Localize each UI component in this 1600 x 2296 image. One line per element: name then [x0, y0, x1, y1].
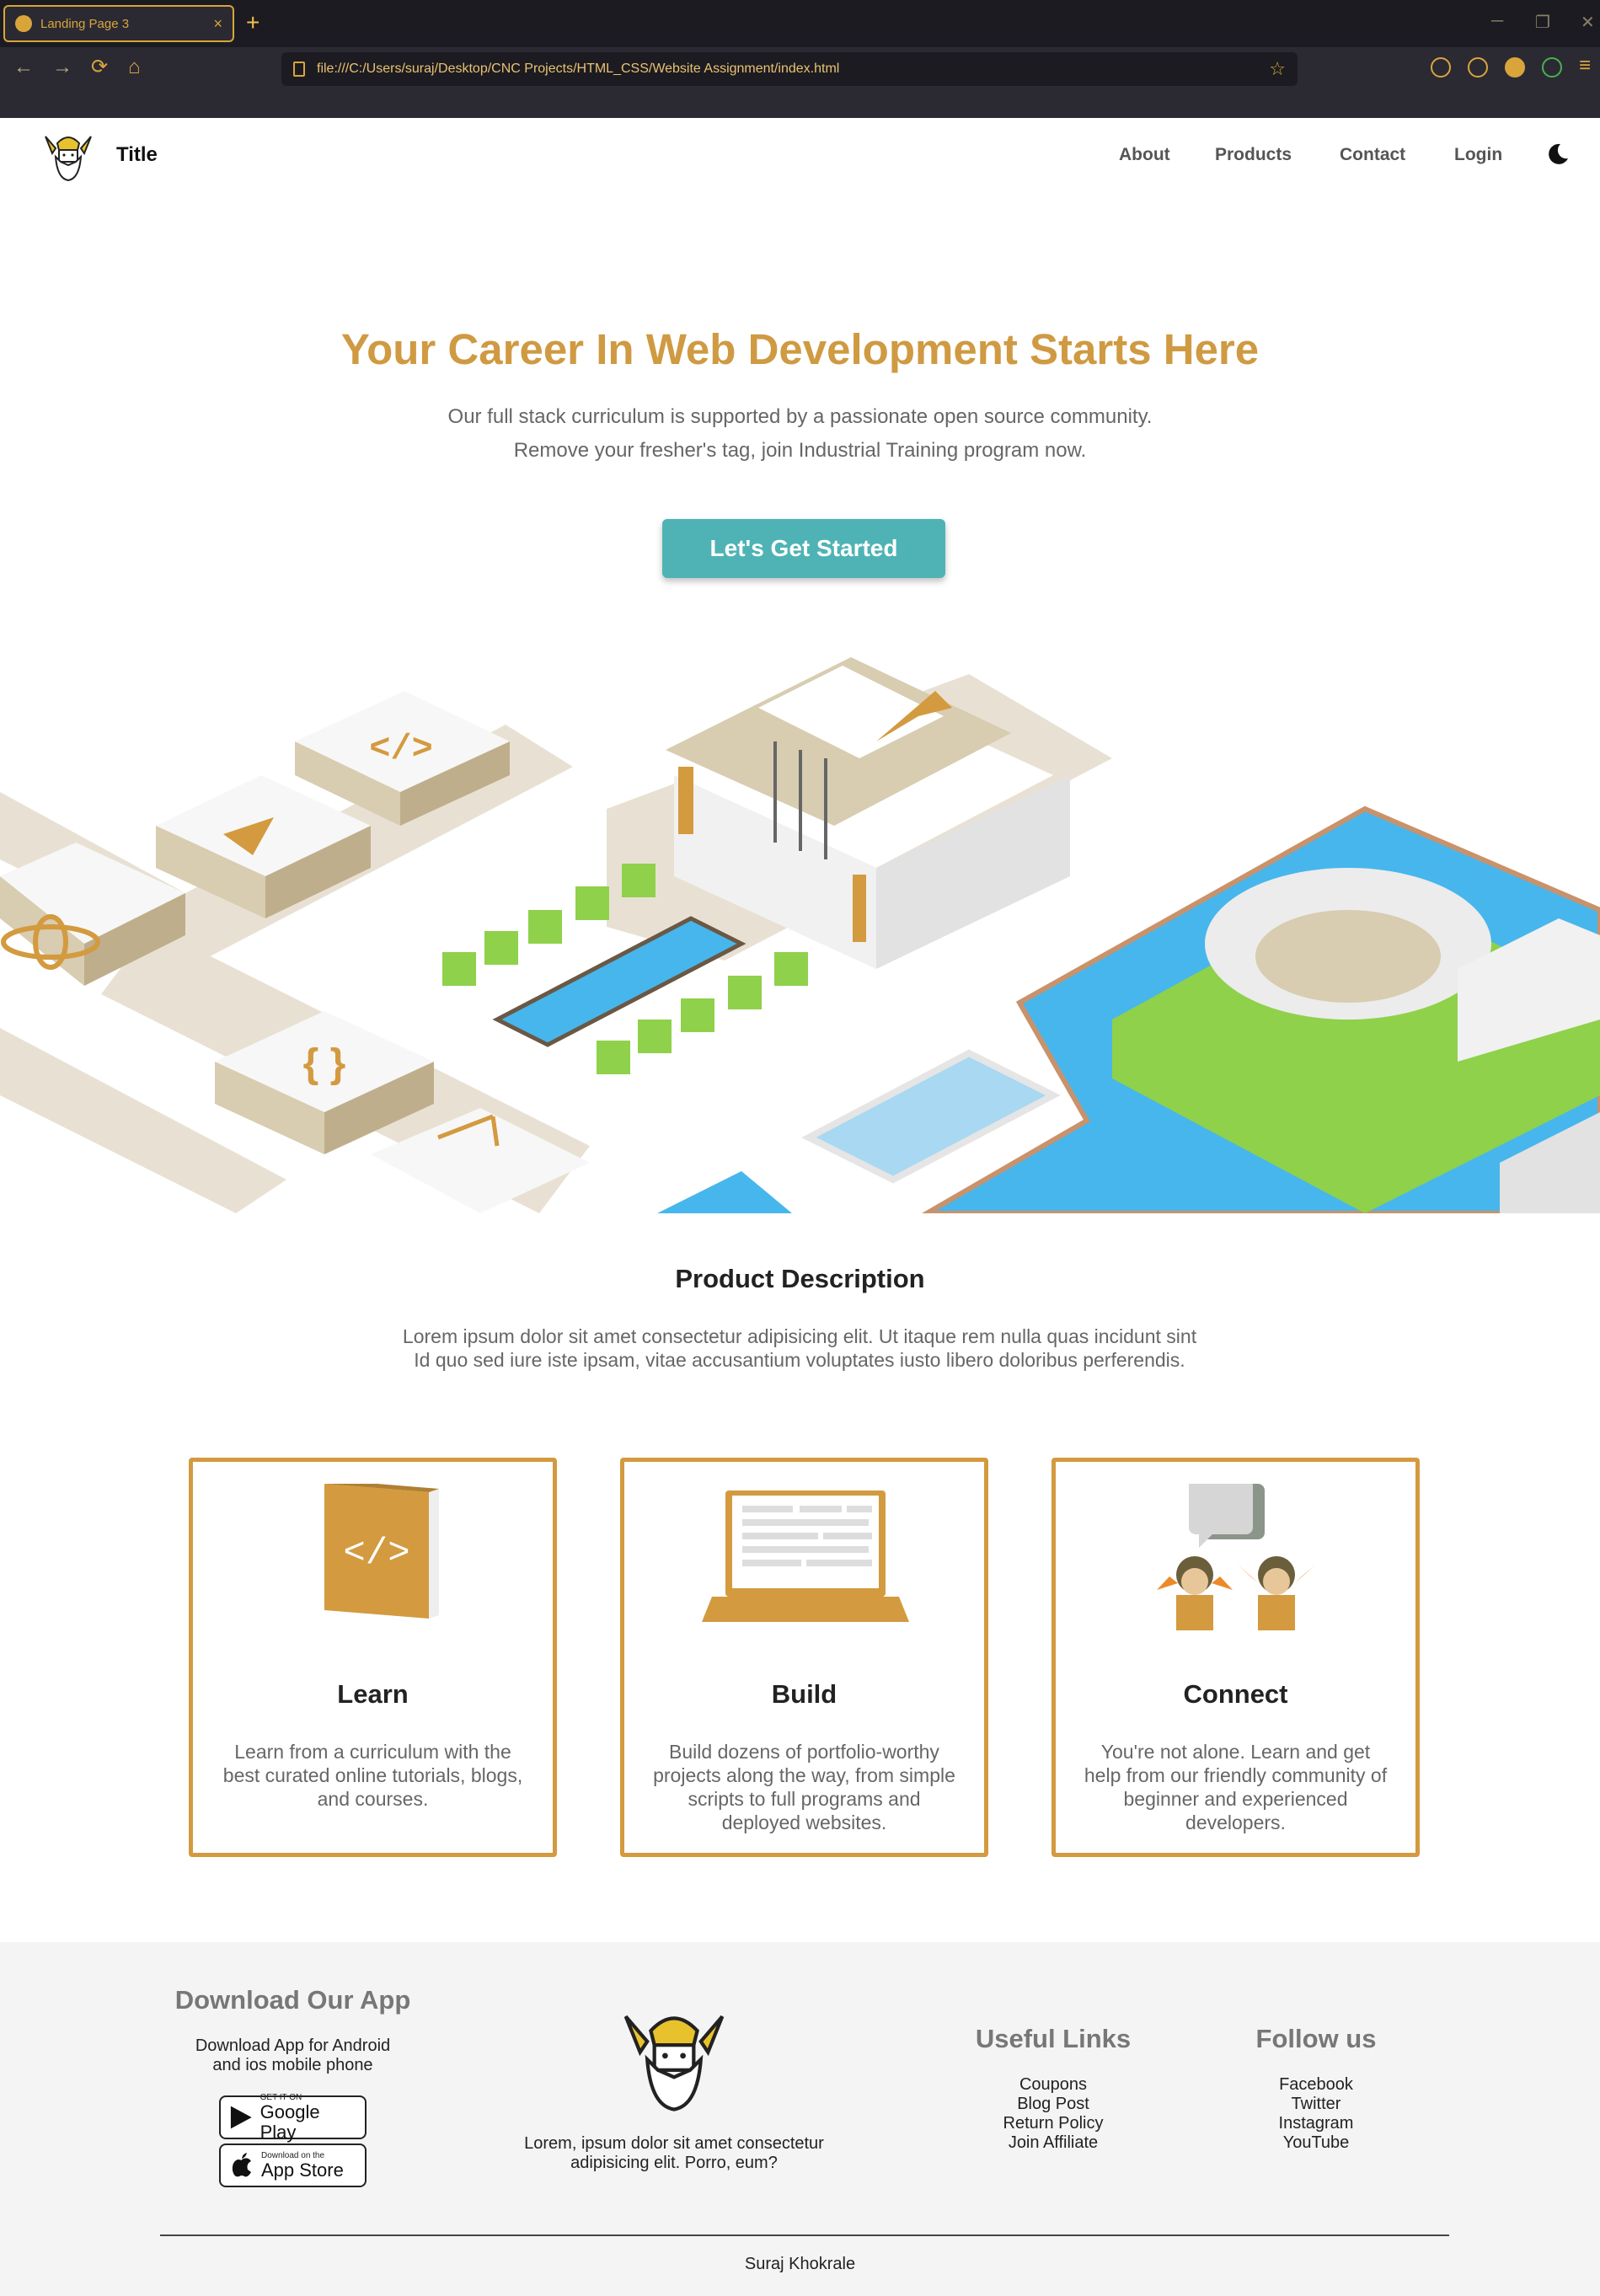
build-card[interactable]: Build Build dozens of portfolio-worthy p…: [620, 1458, 988, 1857]
home-icon[interactable]: ⌂: [128, 56, 141, 79]
profile-extension-icon[interactable]: [1542, 57, 1562, 78]
hero-campus-illustration: </> { }: [0, 657, 1600, 1213]
app-store-button[interactable]: Download on the App Store: [219, 2143, 367, 2187]
social-links-list: Facebook Twitter Instagram YouTube: [1207, 2075, 1426, 2153]
new-tab-button[interactable]: +: [246, 10, 260, 35]
logo-icon[interactable]: [40, 128, 96, 184]
back-icon[interactable]: ←: [13, 56, 34, 79]
nav-products[interactable]: Products: [1215, 145, 1292, 165]
get-started-button[interactable]: Let's Get Started: [662, 519, 945, 578]
url-text[interactable]: file:///C:/Users/suraj/Desktop/CNC Proje…: [317, 62, 1257, 77]
apple-icon: [232, 2153, 251, 2177]
hero-title: Your Career In Web Development Starts He…: [340, 325, 1260, 373]
address-bar[interactable]: file:///C:/Users/suraj/Desktop/CNC Proje…: [281, 52, 1298, 86]
link-return-policy[interactable]: Return Policy: [944, 2114, 1163, 2133]
product-description-title: Product Description: [675, 1264, 925, 1293]
link-blog-post[interactable]: Blog Post: [944, 2095, 1163, 2114]
tab-strip: Landing Page 3 × + ─ ❐ ✕: [0, 0, 1600, 47]
useful-links-list: Coupons Blog Post Return Policy Join Aff…: [944, 2075, 1163, 2153]
follow-us-title: Follow us: [1255, 2024, 1377, 2053]
download-app-title: Download Our App: [174, 1985, 411, 2015]
community-people-icon: [1157, 1484, 1315, 1630]
link-facebook[interactable]: Facebook: [1207, 2075, 1426, 2095]
extension-icon[interactable]: [1431, 57, 1451, 78]
build-card-title: Build: [771, 1679, 837, 1709]
minimize-icon[interactable]: ─: [1491, 12, 1503, 31]
footer-about-text-2: adipisicing elit. Porro, eum?: [570, 2154, 778, 2172]
nav-contact[interactable]: Contact: [1340, 145, 1405, 165]
forward-icon[interactable]: →: [52, 56, 72, 79]
connect-card-title: Connect: [1183, 1679, 1288, 1709]
download-app-text-1: Download App for Android: [195, 2036, 391, 2055]
google-play-small-text: GET IT ON: [260, 2092, 302, 2102]
history-icon[interactable]: [1468, 57, 1488, 78]
restore-icon[interactable]: ❐: [1535, 12, 1550, 33]
site-header: Title About Products Contact Login: [0, 118, 1600, 194]
app-store-text: App Store: [261, 2159, 344, 2181]
svg-text:</>: </>: [343, 1533, 409, 1575]
svg-text:</>: </>: [369, 729, 433, 769]
tab-favicon-icon: [15, 15, 32, 32]
product-description-text: Lorem ipsum dolor sit amet consectetur a…: [402, 1325, 1197, 1371]
laptop-icon: [702, 1491, 909, 1622]
nav-login[interactable]: Login: [1454, 145, 1502, 165]
link-instagram[interactable]: Instagram: [1207, 2114, 1426, 2133]
link-twitter[interactable]: Twitter: [1207, 2095, 1426, 2114]
link-youtube[interactable]: YouTube: [1207, 2133, 1426, 2153]
connect-card[interactable]: Connect You're not alone. Learn and get …: [1052, 1458, 1420, 1857]
footer-logo-icon[interactable]: [615, 1999, 733, 2117]
browser-tab[interactable]: Landing Page 3 ×: [3, 5, 234, 42]
link-join-affiliate[interactable]: Join Affiliate: [944, 2133, 1163, 2153]
app-store-small-text: Download on the: [261, 2150, 325, 2160]
footer-divider: [160, 2234, 1449, 2236]
learn-card-text: Learn from a curriculum with the best cu…: [222, 1741, 523, 1810]
site-title[interactable]: Title: [116, 143, 158, 167]
google-play-icon: [230, 2106, 252, 2129]
browser-chrome: Landing Page 3 × + ─ ❐ ✕ ← → ⟳ ⌂ file://…: [0, 0, 1600, 118]
code-book-icon: </>: [324, 1484, 439, 1619]
useful-links-title: Useful Links: [975, 2024, 1132, 2053]
reload-icon[interactable]: ⟳: [91, 56, 108, 79]
close-window-icon[interactable]: ✕: [1581, 12, 1595, 33]
tab-title: Landing Page 3: [40, 16, 130, 31]
bookmark-star-icon[interactable]: ☆: [1269, 58, 1286, 80]
hero-subtitle-line-2: Remove your fresher's tag, join Industri…: [513, 439, 1087, 462]
learn-card[interactable]: </> Learn Learn from a curriculum with t…: [189, 1458, 557, 1857]
google-play-button[interactable]: GET IT ON Google Play: [219, 2092, 367, 2142]
build-card-text: Build dozens of portfolio-worthy project…: [653, 1741, 955, 1833]
footer-credit: Suraj Khokrale: [744, 2255, 856, 2273]
nav-about[interactable]: About: [1119, 145, 1170, 165]
tab-close-icon[interactable]: ×: [213, 15, 222, 33]
dark-mode-moon-icon[interactable]: [1545, 142, 1571, 167]
link-coupons[interactable]: Coupons: [944, 2075, 1163, 2095]
svg-text:{ }: { }: [303, 1041, 346, 1086]
file-icon: [293, 62, 305, 77]
download-app-text-2: and ios mobile phone: [212, 2056, 373, 2074]
learn-card-title: Learn: [337, 1679, 409, 1709]
menu-icon[interactable]: ≡: [1579, 54, 1591, 78]
connect-card-text: You're not alone. Learn and get help fro…: [1084, 1741, 1388, 1833]
google-play-text: Google Play: [260, 2101, 320, 2143]
footer-about-text-1: Lorem, ipsum dolor sit amet consectetur: [524, 2134, 824, 2153]
hero-subtitle-line-1: Our full stack curriculum is supported b…: [447, 405, 1153, 428]
coin-extension-icon[interactable]: [1505, 57, 1525, 78]
